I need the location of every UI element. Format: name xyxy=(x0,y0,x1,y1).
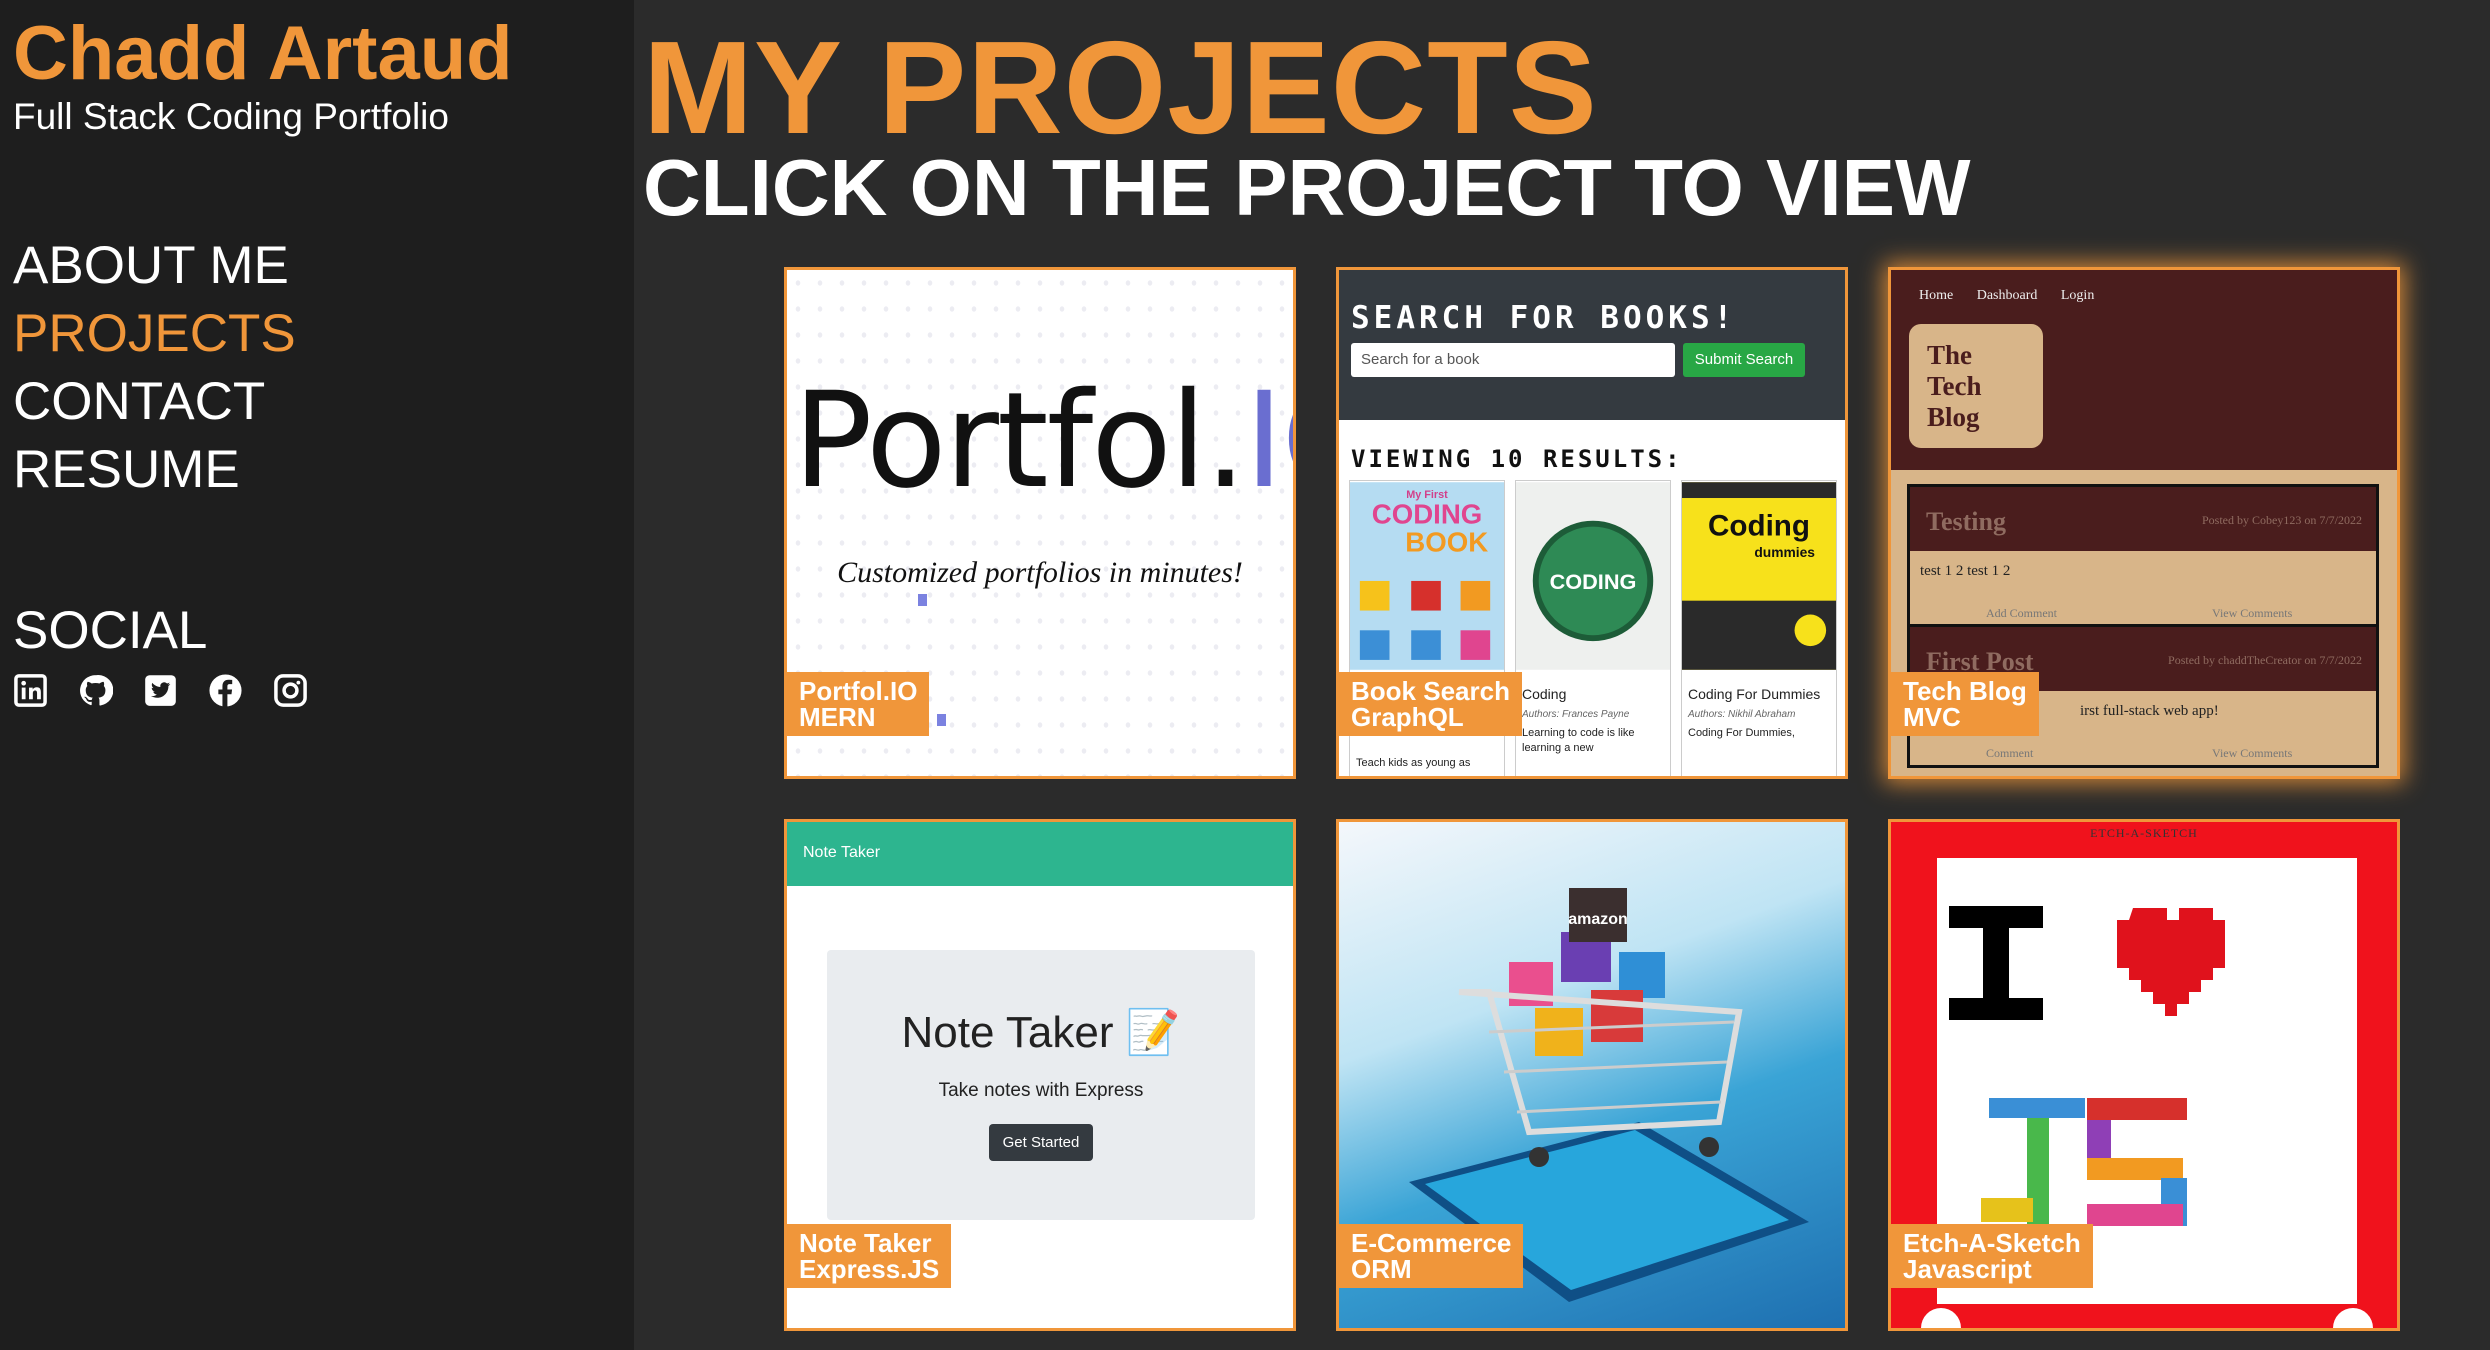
project-card-note-taker[interactable]: Note Taker Note Taker 📝 Take notes with … xyxy=(784,819,1296,1331)
linkedin-icon[interactable] xyxy=(13,673,48,708)
book-cover-image: My First CODING BOOK xyxy=(1350,482,1504,670)
view-comments-link: View Comments xyxy=(2212,746,2293,760)
svg-text:amazon: amazon xyxy=(1568,911,1628,928)
blog-header: Home Dashboard Login The Tech Blog xyxy=(1891,270,2397,470)
note-brand: Note Taker xyxy=(803,844,881,861)
book-card: CODING Coding Authors: Frances Payne Lea… xyxy=(1515,480,1671,776)
book-title: Coding xyxy=(1522,686,1567,702)
nav-contact[interactable]: CONTACT xyxy=(13,368,296,436)
blog-nav: Home Dashboard Login xyxy=(1919,288,2108,304)
project-card-tech-blog[interactable]: Home Dashboard Login The Tech Blog Testi… xyxy=(1888,267,2400,779)
cursor-mark xyxy=(918,594,927,606)
search-header: SEARCH FOR BOOKS! Search for a book Subm… xyxy=(1339,270,1845,420)
book-description: Coding For Dummies, xyxy=(1688,727,1795,739)
svg-text:dummies: dummies xyxy=(1754,544,1815,560)
etch-title: ETCH-A-SKETCH xyxy=(2090,826,2198,840)
post-text: irst full-stack web app! xyxy=(2080,703,2219,719)
main-nav: ABOUT ME PROJECTS CONTACT RESUME xyxy=(13,232,296,504)
site-tagline: Full Stack Coding Portfolio xyxy=(13,96,449,137)
blog-post: Testing Posted by Cobey123 on 7/7/2022 t… xyxy=(1907,484,2379,628)
nav-about-me[interactable]: ABOUT ME xyxy=(13,232,296,300)
social-links xyxy=(13,673,308,708)
blog-logo: The Tech Blog xyxy=(1909,324,2043,448)
portfolio-logo: Portfol.IO xyxy=(793,364,1293,518)
blog-nav-dashboard: Dashboard xyxy=(1976,288,2038,303)
nav-projects[interactable]: PROJECTS xyxy=(13,300,296,368)
project-label: Etch-A-Sketch Javascript xyxy=(1891,1224,2093,1288)
svg-text:BOOK: BOOK xyxy=(1405,526,1488,557)
view-comments-link: View Comments xyxy=(2212,606,2293,620)
results-heading: VIEWING 10 RESULTS: xyxy=(1351,445,1683,473)
book-card: Coding dummies Coding For Dummies Author… xyxy=(1681,480,1837,776)
post-meta: Posted by Cobey123 on 7/7/2022 xyxy=(2201,513,2362,527)
project-label: Note Taker Express.JS xyxy=(787,1224,952,1288)
blog-nav-home: Home xyxy=(1919,288,1954,303)
project-card-etch-a-sketch[interactable]: ETCH-A-SKETCH Etch-A-Sketch Javascript xyxy=(1888,819,2400,1331)
note-text: Take notes with Express xyxy=(938,1080,1144,1101)
book-author: Authors: Frances Payne xyxy=(1522,709,1630,720)
cursor-mark xyxy=(937,714,946,726)
instagram-icon[interactable] xyxy=(273,673,308,708)
svg-text:CODING: CODING xyxy=(1550,569,1637,594)
svg-text:Coding: Coding xyxy=(1708,510,1810,543)
book-author: Authors: Nikhil Abraham xyxy=(1688,709,1796,720)
portfolio-tagline: Customized portfolios in minutes! xyxy=(837,556,1243,589)
nav-resume[interactable]: RESUME xyxy=(13,436,296,504)
project-label: E-Commerce ORM xyxy=(1339,1224,1524,1288)
book-cover-image: CODING xyxy=(1516,482,1670,670)
post-title: Testing xyxy=(1926,507,2006,536)
post-meta: Posted by chaddTheCreator on 7/7/2022 xyxy=(2168,653,2362,667)
sidebar: Chadd Artaud Full Stack Coding Portfolio… xyxy=(0,0,634,1350)
add-comment-link: Add Comment xyxy=(1986,606,2057,620)
project-label: Tech Blog MVC xyxy=(1891,672,2039,736)
search-heading: SEARCH FOR BOOKS! xyxy=(1351,300,1737,336)
blog-nav-login: Login xyxy=(2060,288,2095,303)
github-icon[interactable] xyxy=(78,673,113,708)
page-title: MY PROJECTS xyxy=(643,14,1598,161)
social-heading: SOCIAL xyxy=(13,601,208,660)
note-heading: Note Taker 📝 xyxy=(901,1008,1181,1057)
left-knob xyxy=(1921,1308,1961,1328)
submit-search-button: Submit Search xyxy=(1683,343,1805,377)
note-hero-panel: Note Taker 📝 Take notes with Express Get… xyxy=(827,950,1255,1220)
project-card-ecommerce[interactable]: amazon E-Commerce ORM xyxy=(1336,819,1848,1331)
svg-text:CODING: CODING xyxy=(1372,499,1483,530)
get-started-button: Get Started xyxy=(988,1124,1094,1161)
book-cover-image: Coding dummies xyxy=(1682,482,1836,670)
post-text: test 1 2 test 1 2 xyxy=(1920,563,2011,579)
book-description: Learning to code is like learning a new xyxy=(1522,727,1635,754)
project-card-book-search[interactable]: SEARCH FOR BOOKS! Search for a book Subm… xyxy=(1336,267,1848,779)
note-navbar: Note Taker xyxy=(787,822,1293,886)
facebook-icon[interactable] xyxy=(208,673,243,708)
project-card-portfolio[interactable]: Portfol.IO Customized portfolios in minu… xyxy=(784,267,1296,779)
book-search-input: Search for a book xyxy=(1351,343,1675,377)
project-label: Portfol.IO MERN xyxy=(787,672,930,736)
page-subtitle: CLICK ON THE PROJECT TO VIEW xyxy=(643,143,1971,232)
add-comment-link: Comment xyxy=(1986,746,2034,760)
right-knob xyxy=(2333,1308,2373,1328)
site-owner-name[interactable]: Chadd Artaud xyxy=(13,16,513,92)
book-title: Coding For Dummies xyxy=(1688,686,1821,702)
twitter-icon[interactable] xyxy=(143,673,178,708)
project-label: Book Search GraphQL xyxy=(1339,672,1522,736)
